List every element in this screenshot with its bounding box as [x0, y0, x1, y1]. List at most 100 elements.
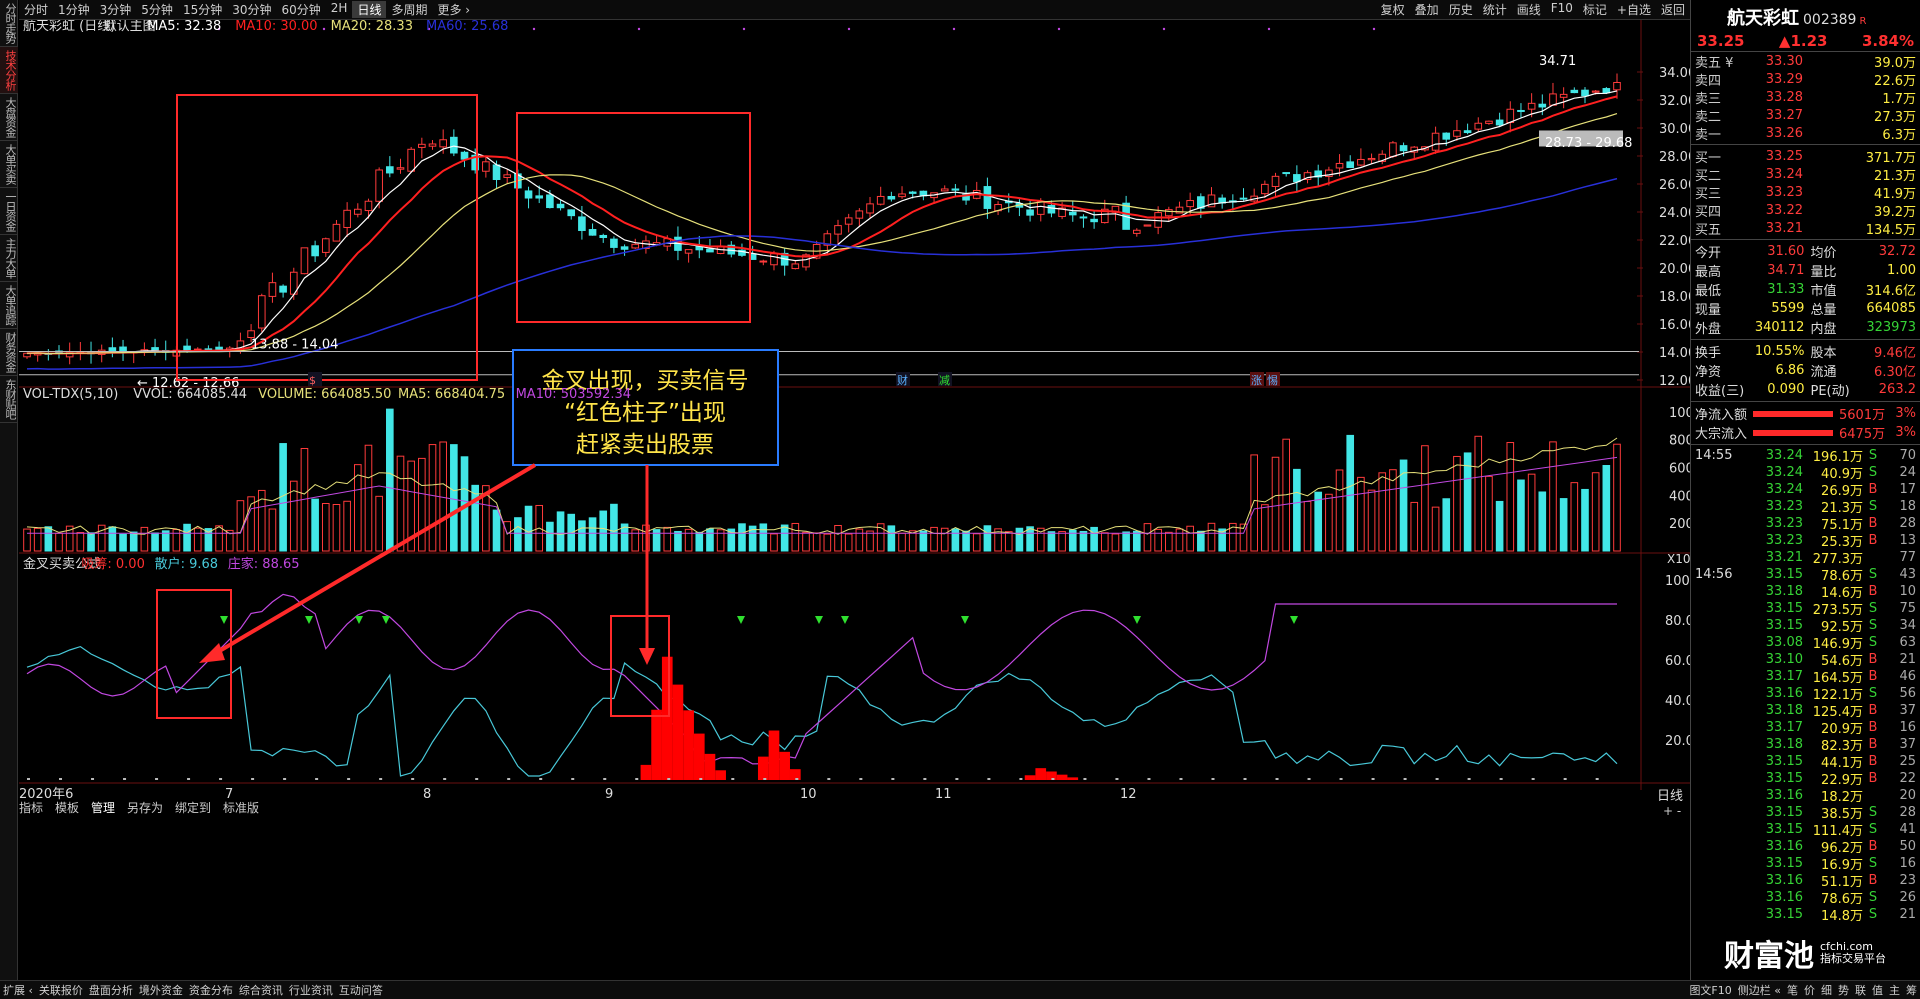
period-tab-5[interactable]: 30分钟 [227, 1, 276, 18]
left-tab-6[interactable]: 大单追踪 [0, 282, 18, 329]
left-tab-0[interactable]: 分时走势 [0, 0, 18, 47]
tick-row[interactable]: 33.15 14.8万 S 21 [1691, 906, 1920, 924]
tick-count: 10 [1899, 584, 1916, 599]
tick-row[interactable]: 33.15 22.9万 B 22 [1691, 770, 1920, 788]
bottom-left-1[interactable]: 关联报价 [36, 982, 86, 998]
bottom-right-5[interactable]: 势 [1835, 982, 1852, 998]
left-tab-1[interactable]: 技术分析 [0, 47, 18, 94]
period-tab-10[interactable]: 更多 › [432, 1, 475, 18]
candle-body [1165, 209, 1173, 217]
tool-2[interactable]: 历史 [1444, 1, 1478, 18]
bottom-left-5[interactable]: 综合资讯 [236, 982, 286, 998]
bottom-left-6[interactable]: 行业资讯 [286, 982, 336, 998]
left-tab-7[interactable]: 财务资金 [0, 329, 18, 376]
period-tab-2[interactable]: 3分钟 [95, 1, 137, 18]
baseline-dot [1531, 778, 1535, 780]
period-tab-3[interactable]: 5分钟 [136, 1, 178, 18]
tick-row[interactable]: 33.18 14.6万 B 10 [1691, 583, 1920, 601]
period-tab-0[interactable]: 分时 [19, 1, 53, 18]
bottom-left-7[interactable]: 互动问答 [336, 982, 386, 998]
left-tab-5[interactable]: 主力大单 [0, 235, 18, 282]
tick-row[interactable]: 33.15 44.1万 B 25 [1691, 753, 1920, 771]
left-tab-4[interactable]: 一日资金 [0, 188, 18, 235]
period-tab-7[interactable]: 2H [326, 1, 353, 18]
tool-5[interactable]: F10 [1546, 1, 1578, 18]
sell-label: 卖三 [1695, 91, 1722, 107]
bottom-right-9[interactable]: 筹 [1903, 982, 1920, 998]
tick-row[interactable]: 33.24 40.9万 S 24 [1691, 464, 1920, 482]
left-tab-2[interactable]: 大盘资金 [0, 94, 18, 141]
tick-row[interactable]: 14:55 33.24 196.1万 S 70 [1691, 447, 1920, 465]
tick-price: 33.15 [1765, 805, 1803, 820]
period-tab-9[interactable]: 多周期 [386, 1, 432, 18]
event-mark: $ [309, 374, 316, 387]
bottom-right-1[interactable]: 侧边栏 « [1735, 982, 1784, 998]
volume-bar [1570, 482, 1579, 552]
buy-volume: 371.7万 [1865, 150, 1916, 166]
tick-row[interactable]: 33.24 26.9万 B 17 [1691, 481, 1920, 499]
baseline-dot [859, 778, 863, 780]
tick-row[interactable]: 33.23 75.1万 B 28 [1691, 515, 1920, 533]
tick-row[interactable]: 33.16 51.1万 B 23 [1691, 872, 1920, 890]
bottom-right-7[interactable]: 值 [1869, 982, 1886, 998]
bottom-left-3[interactable]: 境外资金 [136, 982, 186, 998]
tool-0[interactable]: 复权 [1376, 1, 1410, 18]
bottom-left-2[interactable]: 盘面分析 [86, 982, 136, 998]
tick-row[interactable]: 33.16 78.6万 S 26 [1691, 889, 1920, 907]
baseline-dot [475, 778, 479, 780]
tool-6[interactable]: 标记 [1578, 1, 1612, 18]
tick-row[interactable]: 33.17 20.9万 B 16 [1691, 719, 1920, 737]
left-tab-3[interactable]: 大单买卖 [0, 141, 18, 188]
tool-4[interactable]: 画线 [1512, 1, 1546, 18]
period-tab-8[interactable]: 日线 [352, 1, 387, 18]
volume-bar [1335, 469, 1344, 552]
volume-bar [1175, 528, 1184, 552]
tick-row[interactable]: 33.08 146.9万 S 63 [1691, 634, 1920, 652]
tick-row[interactable]: 33.17 164.5万 B 46 [1691, 668, 1920, 686]
tick-row[interactable]: 33.16 122.1万 S 56 [1691, 685, 1920, 703]
bottom-right-6[interactable]: 联 [1852, 982, 1869, 998]
bottom-right-0[interactable]: 图文F10 [1686, 982, 1734, 998]
tool-1[interactable]: 叠加 [1410, 1, 1444, 18]
bottom-right-2[interactable]: 笔 [1784, 982, 1801, 998]
left-tab-8[interactable]: 东财贴吧 [0, 376, 18, 423]
tick-row[interactable]: 33.15 16.9万 S 16 [1691, 855, 1920, 873]
tick-row[interactable]: 14:56 33.15 78.6万 S 43 [1691, 566, 1920, 584]
kline-chart-area[interactable]: 12.00 14.00 16.00 18.00 20.00 22.00 24.00 26.00… [19, 20, 1690, 980]
period-label: 日线 [1657, 789, 1683, 804]
candle-body [1442, 132, 1451, 140]
tick-row[interactable]: 33.23 25.3万 B 13 [1691, 532, 1920, 550]
chart-canvas[interactable]: 12.00 14.00 16.00 18.00 20.00 22.00 24.00 26.00… [19, 20, 1690, 980]
tick-row[interactable]: 33.21 277.3万 77 [1691, 549, 1920, 567]
period-tab-4[interactable]: 15分钟 [178, 1, 227, 18]
bottom-right-3[interactable]: 价 [1801, 982, 1818, 998]
candle-body [1527, 102, 1536, 110]
candle-body [1506, 108, 1515, 124]
candle-body [268, 282, 277, 297]
bottom-right-8[interactable]: 主 [1886, 982, 1903, 998]
tick-list[interactable]: 14:55 33.24 196.1万 S 70 33.24 40.9万 S 24 33.24 26.… [1691, 447, 1920, 924]
bottom-right-4[interactable]: 细 [1818, 982, 1835, 998]
candle-body [1570, 89, 1579, 94]
period-tab-6[interactable]: 60分钟 [277, 1, 326, 18]
stat-row-1: 最高 34.71 量比 1.00 [1691, 261, 1920, 280]
tick-row[interactable]: 33.16 96.2万 B 50 [1691, 838, 1920, 856]
tick-row[interactable]: 33.16 18.2万 20 [1691, 787, 1920, 805]
tick-row[interactable]: 33.15 111.4万 S 41 [1691, 821, 1920, 839]
tool-7[interactable]: +自选 [1612, 1, 1656, 18]
tick-row[interactable]: 33.15 92.5万 S 34 [1691, 617, 1920, 635]
bottom-left-0[interactable]: 扩展 ‹ [0, 982, 36, 998]
tick-row[interactable]: 33.18 82.3万 B 37 [1691, 736, 1920, 754]
tick-row[interactable]: 33.23 21.3万 S 18 [1691, 498, 1920, 516]
tick-row[interactable]: 33.18 125.4万 B 37 [1691, 702, 1920, 720]
tick-row[interactable]: 33.10 54.6万 B 21 [1691, 651, 1920, 669]
tick-row[interactable]: 33.15 273.5万 S 75 [1691, 600, 1920, 618]
period-tab-1[interactable]: 1分钟 [53, 1, 95, 18]
tool-8[interactable]: 返回 [1656, 1, 1690, 18]
bottom-left-4[interactable]: 资金分布 [186, 982, 236, 998]
candle-body [898, 193, 906, 198]
tick-row[interactable]: 33.15 38.5万 S 28 [1691, 804, 1920, 822]
tool-3[interactable]: 统计 [1478, 1, 1512, 18]
baseline-dot [251, 778, 255, 780]
baseline-dot [955, 778, 959, 780]
